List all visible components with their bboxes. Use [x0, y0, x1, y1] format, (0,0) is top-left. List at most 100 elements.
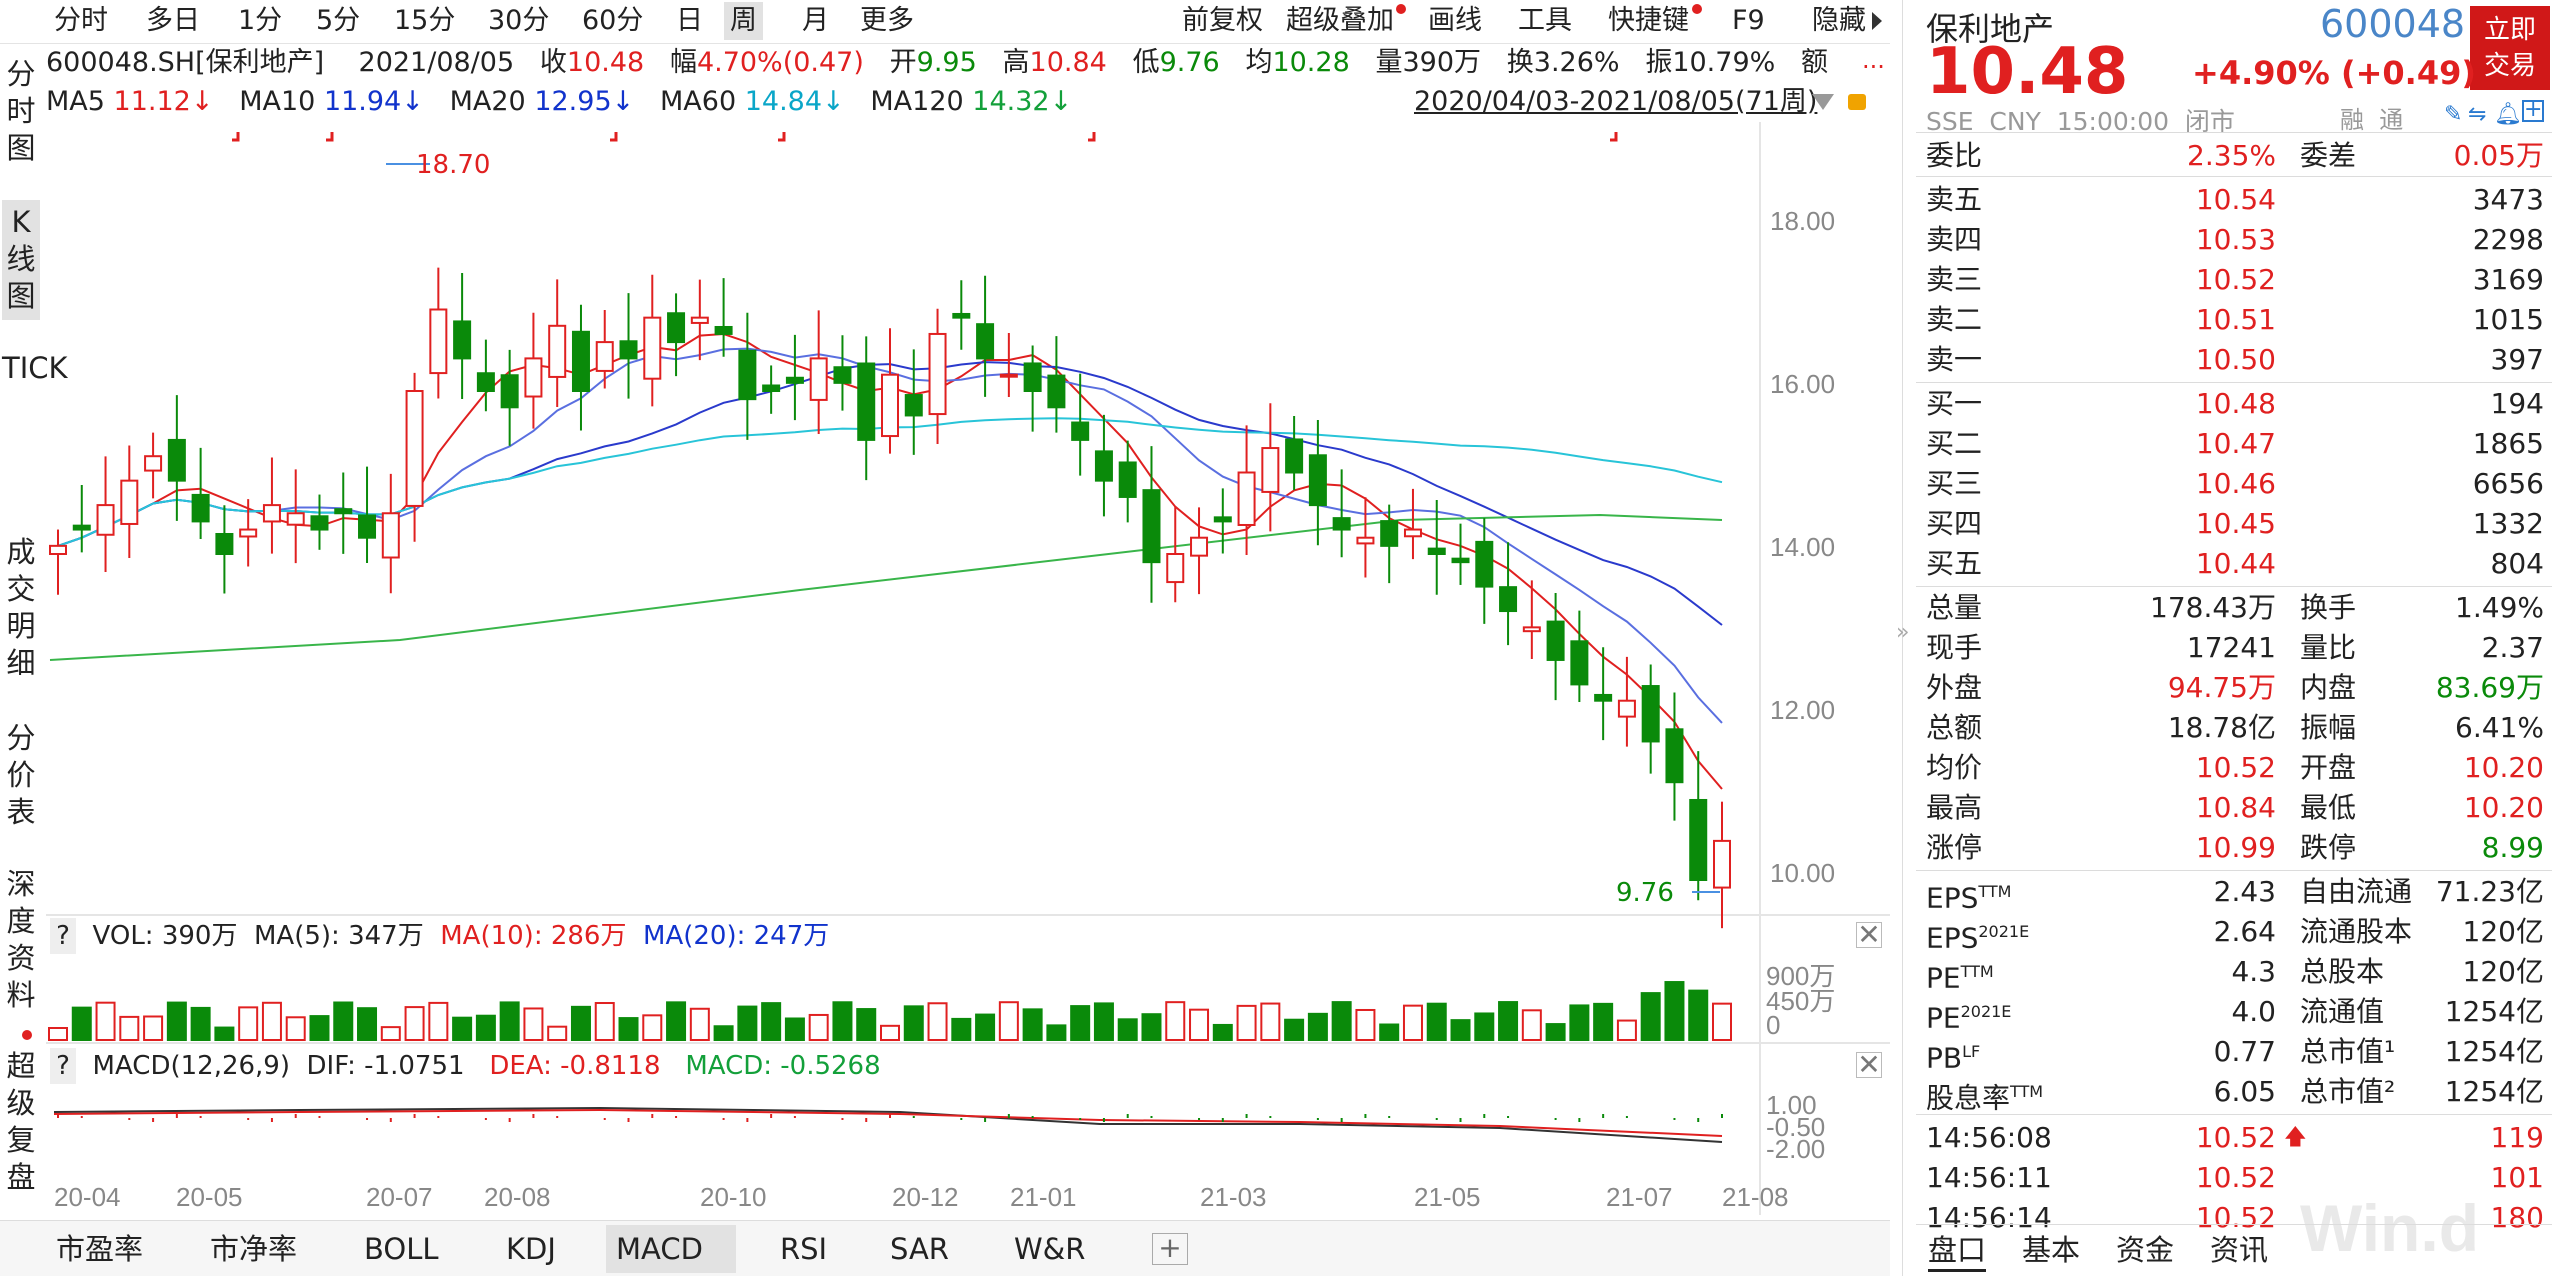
divider — [1916, 382, 2552, 383]
event-marker[interactable] — [1610, 132, 1618, 142]
volume-bar — [238, 1006, 259, 1041]
tab-pe[interactable]: 市盈率 — [46, 1225, 153, 1273]
volume-bar — [856, 1008, 877, 1042]
tick-time: 14:56:11 — [1926, 1161, 2052, 1194]
macd-dif: DIF: -1.0751 — [306, 1051, 465, 1081]
vol-tick-0: 0 — [1766, 1010, 1780, 1040]
tick-volume: 119 — [2490, 1121, 2544, 1154]
ask-volume: 397 — [2490, 343, 2544, 376]
candle-body — [120, 479, 139, 525]
candles — [49, 267, 1731, 929]
stat-value: 17241 — [2186, 631, 2276, 664]
tab-rsi[interactable]: RSI — [770, 1225, 837, 1273]
stat-value: 83.69万 — [2435, 671, 2544, 704]
macd-help-icon[interactable]: ? — [50, 1048, 76, 1084]
vol-help-icon[interactable]: ? — [50, 918, 76, 954]
ask-label: 卖二 — [1926, 303, 1983, 336]
panel-tab-orderbook[interactable]: 盘口 — [1928, 1228, 1987, 1272]
candle-body — [1213, 516, 1232, 523]
volume-bar — [1331, 1001, 1352, 1041]
volume-bar — [975, 1013, 996, 1042]
candle-body — [239, 528, 258, 538]
ask-price[interactable]: 10.51 — [2150, 300, 2276, 340]
ask-price[interactable]: 10.50 — [2150, 340, 2276, 380]
ask-price[interactable]: 10.52 — [2150, 260, 2276, 300]
volume-bar — [1189, 1008, 1210, 1041]
tab-wr[interactable]: W&R — [1004, 1225, 1095, 1273]
last-price: 10.48 — [1926, 35, 2129, 109]
candle-body — [310, 515, 329, 531]
watermark: Win.d — [2300, 1191, 2480, 1265]
event-marker[interactable] — [610, 132, 618, 142]
fin-label: 流通股本 — [2300, 915, 2413, 948]
tab-sar[interactable]: SAR — [880, 1225, 959, 1273]
candle-body — [619, 340, 638, 360]
ma120-line — [49, 513, 1723, 661]
fin-label-sup: LF — [1962, 1042, 1981, 1061]
edit-icon[interactable]: ✎ — [2444, 102, 2462, 127]
volume-bar — [404, 1006, 425, 1042]
ask-price[interactable]: 10.54 — [2150, 180, 2276, 220]
candle-body — [952, 312, 971, 319]
candle-body — [1356, 536, 1375, 545]
ask-volume: 1015 — [2472, 303, 2544, 336]
close-vol-icon[interactable]: ✕ — [1856, 921, 1882, 949]
volume-bar — [95, 1001, 116, 1041]
candle-body — [1617, 699, 1636, 718]
stock-code-badge: 600048 — [2320, 2, 2466, 46]
add-watch-icon[interactable]: + — [2522, 99, 2544, 122]
alert-icon[interactable]: 🔔︎ — [2494, 102, 2522, 127]
divider — [1916, 1224, 2552, 1225]
candle-body — [1118, 461, 1137, 498]
x-label-3: 20-08 — [484, 1182, 551, 1212]
tab-kdj[interactable]: KDJ — [496, 1225, 566, 1273]
candle-body — [429, 308, 448, 375]
macd-value: MACD: -0.5268 — [685, 1051, 881, 1081]
compare-icon[interactable]: ⇋ — [2468, 102, 2486, 127]
weibi-row: 委比 — [1926, 136, 1982, 176]
stat-value: 94.75万 — [2167, 671, 2276, 704]
event-marker[interactable] — [1088, 132, 1096, 142]
weicha-label: 委差 — [2300, 139, 2357, 172]
close-macd-icon[interactable]: ✕ — [1856, 1051, 1882, 1079]
tab-pb[interactable]: 市净率 — [200, 1225, 307, 1273]
add-indicator-icon[interactable]: + — [1152, 1233, 1188, 1265]
price-change: +4.90% (+0.49) — [2192, 54, 2476, 92]
bid-price[interactable]: 10.47 — [2150, 424, 2276, 464]
ask-price[interactable]: 10.53 — [2150, 220, 2276, 260]
fin-value: 1254亿 — [2444, 1075, 2544, 1108]
volume-bar — [737, 1005, 758, 1041]
x-label-7: 21-03 — [1200, 1182, 1267, 1212]
weicha-value: 0.05万 — [2453, 139, 2544, 172]
trade-button[interactable]: 立即交易 — [2470, 6, 2550, 90]
volume-bar — [761, 1002, 782, 1041]
fin-label-text: EPS — [1926, 881, 1979, 915]
x-label-5: 20-12 — [892, 1182, 959, 1212]
bid-price[interactable]: 10.44 — [2150, 544, 2276, 584]
event-marker[interactable] — [778, 132, 786, 142]
bid-price[interactable]: 10.45 — [2150, 504, 2276, 544]
volume-bar — [143, 1015, 164, 1041]
volume-bar — [285, 1016, 306, 1041]
panel-tab-news[interactable]: 资讯 — [2210, 1228, 2268, 1272]
tab-macd[interactable]: MACD — [606, 1225, 736, 1273]
volume-bar — [1093, 1002, 1114, 1042]
panel-tab-basic[interactable]: 基本 — [2022, 1228, 2080, 1272]
event-marker[interactable] — [232, 132, 240, 142]
volume-bar — [1498, 1001, 1519, 1042]
collapse-handle-icon[interactable]: » — [1896, 620, 1909, 645]
stat-value: 10.84 — [2195, 791, 2276, 824]
candle-body — [72, 524, 91, 531]
bid-price[interactable]: 10.46 — [2150, 464, 2276, 504]
event-marker[interactable] — [326, 132, 334, 142]
fin-value: 4.3 — [2231, 955, 2276, 988]
tab-boll[interactable]: BOLL — [354, 1225, 449, 1273]
candle-body — [1308, 454, 1327, 507]
low-annotation: 9.76 — [1616, 878, 1674, 908]
candle-body — [548, 324, 567, 378]
panel-tab-fund[interactable]: 资金 — [2116, 1228, 2174, 1272]
fin-label: 总市值² — [2300, 1075, 2396, 1108]
fin-label-text: PB — [1926, 1041, 1963, 1075]
bid-price[interactable]: 10.48 — [2150, 384, 2276, 424]
candle-body — [1023, 362, 1042, 392]
